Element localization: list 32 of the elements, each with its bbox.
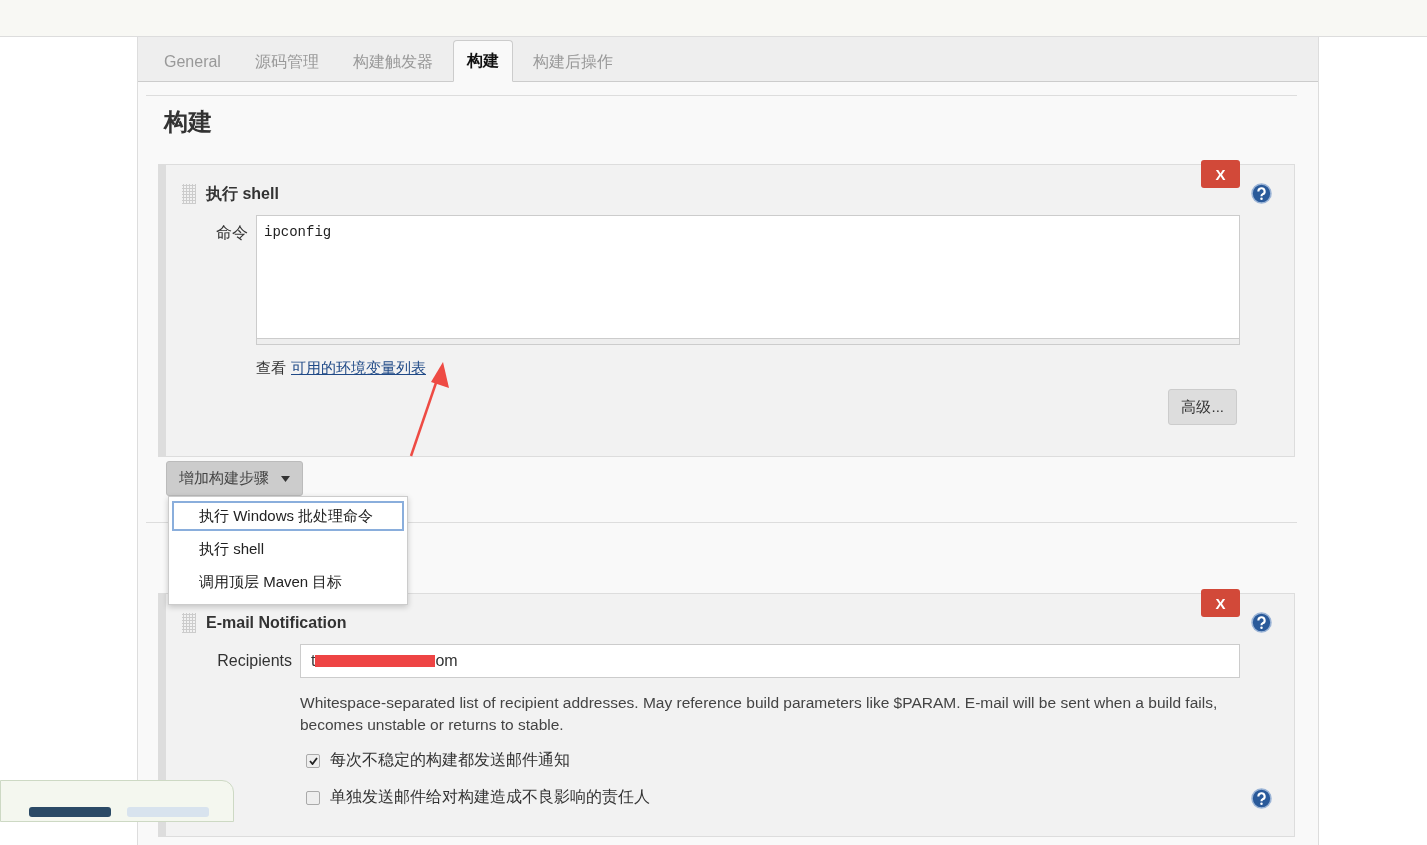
env-prefix: 查看	[256, 359, 286, 378]
help-icon[interactable]	[1251, 788, 1272, 809]
menu-item[interactable]: 执行 shell	[172, 534, 404, 564]
menu-item[interactable]: 执行 Windows 批处理命令	[172, 501, 404, 531]
section-title: 构建	[162, 107, 213, 137]
checkbox-label: 单独发送邮件给对构建造成不良影响的责任人	[330, 787, 650, 807]
delete-button[interactable]: X	[1201, 160, 1240, 188]
recipients-field[interactable]: t om	[300, 644, 1240, 678]
caret-icon	[281, 475, 290, 482]
recipients-end: om	[435, 652, 458, 670]
tab[interactable]: 构建	[452, 40, 513, 82]
help-icon[interactable]	[1251, 612, 1272, 633]
step-title: E-mail Notification	[206, 614, 347, 632]
add-step-button[interactable]: 增加构建步骤	[166, 461, 303, 496]
step-title: 执行 shell	[206, 183, 279, 204]
recipients-label: Recipients	[217, 652, 292, 670]
advanced-button[interactable]: 高级...	[1168, 389, 1237, 425]
help-text: Whitespace-separated list of recipient addresses. May reference build parameters like $PARAM. E-mail will be sent when a build fails, becomes unstable or returns to stable.	[300, 693, 1219, 735]
delete-button[interactable]: X	[1201, 589, 1240, 617]
command-label: 命令	[216, 223, 248, 243]
menu-item[interactable]: 调用顶层 Maven 目标	[172, 567, 404, 597]
command-field[interactable]: ipconfig	[256, 215, 1240, 345]
env-vars-link[interactable]: 可用的环境变量列表	[291, 359, 426, 378]
drag-handle-icon[interactable]	[182, 184, 196, 204]
checkbox[interactable]	[306, 753, 320, 768]
checkbox[interactable]	[306, 790, 320, 805]
command-text: ipconfig	[264, 224, 332, 240]
drag-handle-icon[interactable]	[182, 613, 196, 633]
save-button[interactable]	[29, 807, 111, 817]
recipients-start: t	[311, 652, 316, 670]
help-icon[interactable]	[1251, 183, 1272, 204]
checkbox-label: 每次不稳定的构建都发送邮件通知	[330, 750, 570, 770]
